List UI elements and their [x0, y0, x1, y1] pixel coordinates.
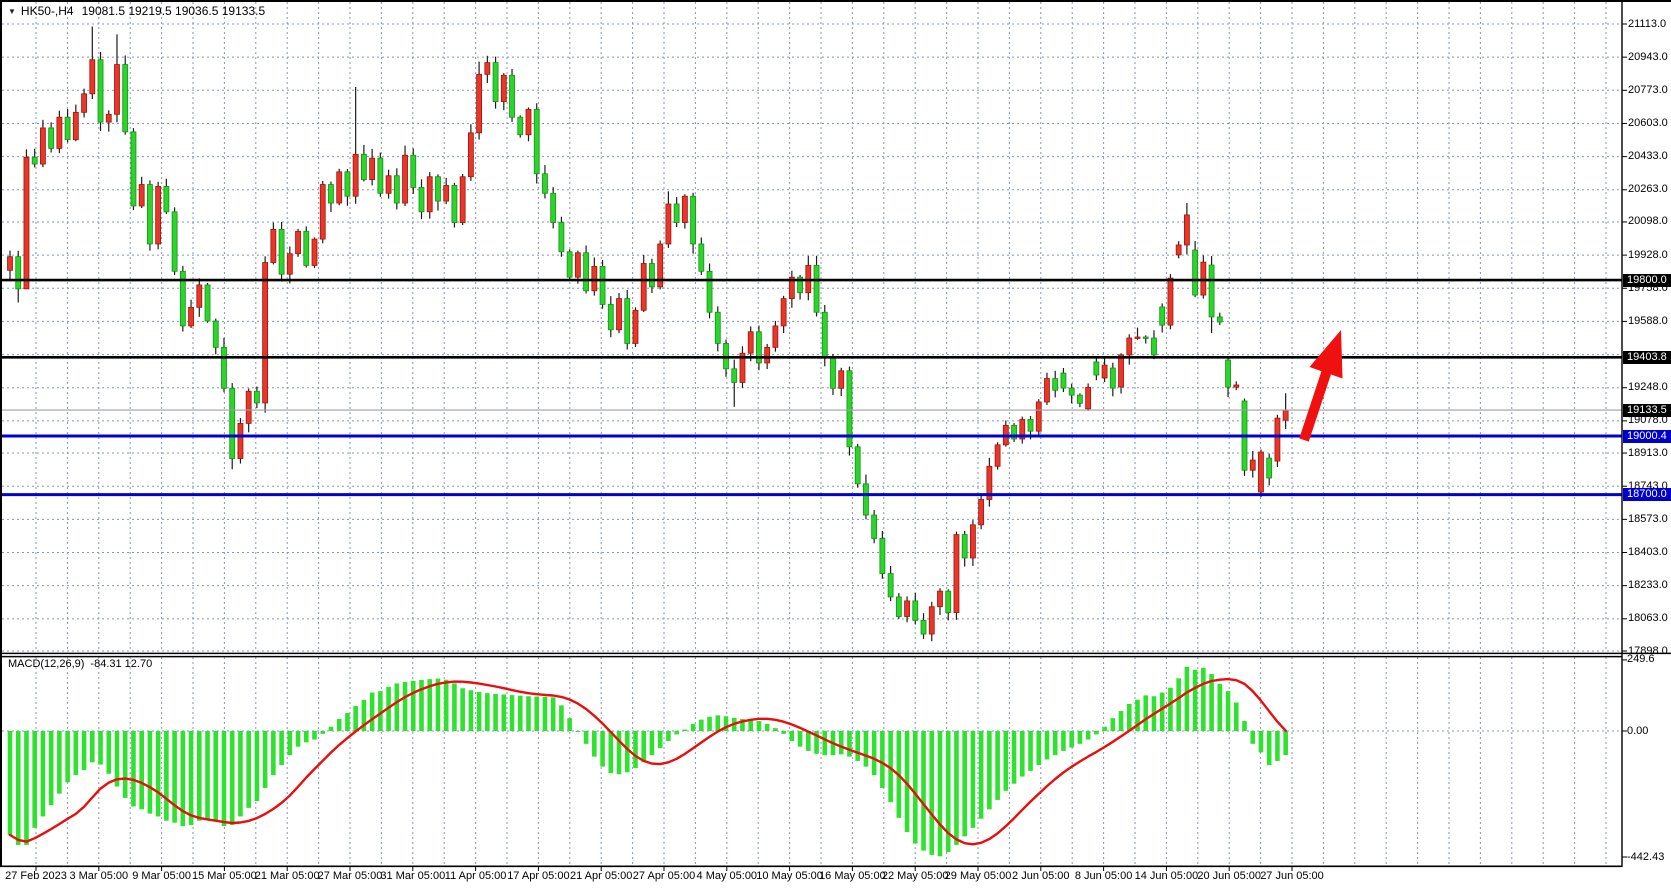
- price-badge-19403.8: 19403.8: [1623, 351, 1671, 364]
- price-axis-label: 20433.0: [1628, 150, 1668, 163]
- price-axis-label: 19248.0: [1628, 381, 1668, 394]
- macd-axis-label: 0.00: [1627, 725, 1648, 738]
- price-axis-label: 21113.0: [1628, 18, 1666, 31]
- macd-axis-label: -442.43: [1627, 851, 1664, 864]
- price-badge-19800.0: 19800.0: [1623, 274, 1671, 287]
- price-axis-label: 19928.0: [1628, 249, 1668, 262]
- chart-title: ▼ HK50-,H4 19081.5 19219.5 19036.5 19133.5: [8, 4, 265, 18]
- price-axis-label: 18403.0: [1628, 546, 1668, 559]
- symbol-dropdown-icon[interactable]: ▼: [8, 7, 16, 16]
- price-axis-label: 20098.0: [1628, 215, 1668, 228]
- chart-canvas[interactable]: [0, 0, 1671, 889]
- price-badge-19133.5: 19133.5: [1623, 404, 1671, 417]
- price-badge-18700.0: 18700.0: [1623, 488, 1671, 501]
- indicator-values: -84.31 12.70: [90, 658, 152, 670]
- price-axis-label: 18233.0: [1628, 579, 1668, 592]
- indicator-name: MACD(12,26,9): [8, 658, 84, 670]
- symbol-period-label: HK50-,H4: [21, 4, 74, 18]
- time-axis-label: 27 Jun 05:00: [1244, 870, 1340, 882]
- price-axis-label: 20603.0: [1628, 117, 1668, 130]
- price-axis-label: 20773.0: [1628, 84, 1668, 97]
- price-axis-label: 18573.0: [1628, 513, 1668, 526]
- trading-chart-window: ▼ HK50-,H4 19081.5 19219.5 19036.5 19133.5…: [0, 0, 1671, 889]
- ohlc-values: 19081.5 19219.5 19036.5 19133.5: [82, 4, 266, 18]
- price-axis-label: 19588.0: [1628, 315, 1668, 328]
- macd-axis-label: 249.6: [1627, 653, 1655, 666]
- price-axis-label: 18913.0: [1628, 447, 1668, 460]
- price-axis-label: 20263.0: [1628, 183, 1668, 196]
- grid-lines: [2, 2, 1622, 866]
- indicator-label: MACD(12,26,9) -84.31 12.70: [8, 658, 152, 670]
- price-badge-19000.4: 19000.4: [1623, 430, 1671, 443]
- price-axis-label: 20943.0: [1628, 51, 1668, 64]
- price-axis-label: 18063.0: [1628, 612, 1668, 625]
- candles-group: [8, 27, 1289, 642]
